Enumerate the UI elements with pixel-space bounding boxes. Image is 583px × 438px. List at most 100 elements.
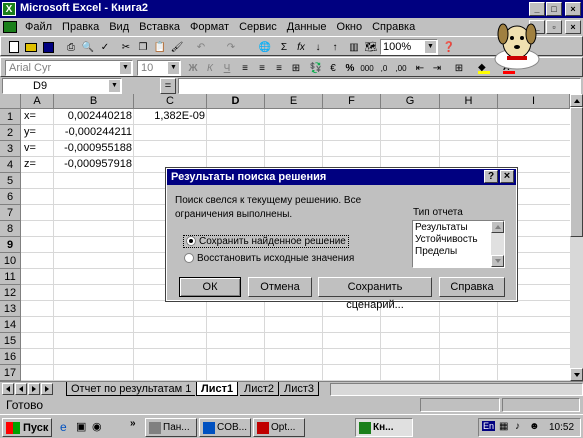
sort-asc-icon[interactable]: ↓	[310, 39, 326, 55]
report-list-scrollbar[interactable]	[491, 221, 504, 267]
col-header-e[interactable]: E	[265, 94, 323, 109]
col-header-i[interactable]: I	[498, 94, 570, 109]
cancel-button[interactable]: Отмена	[248, 277, 312, 297]
dialog-close-button[interactable]: ×	[500, 170, 514, 183]
formula-input[interactable]	[178, 78, 581, 94]
row-header-1[interactable]: 1	[0, 109, 21, 125]
name-box[interactable]: D9 ▼	[2, 78, 122, 94]
col-header-c[interactable]: C	[134, 94, 207, 109]
menu-help[interactable]: Справка	[367, 21, 420, 33]
office-assistant-icon[interactable]: ❓	[441, 39, 457, 55]
align-right-icon[interactable]: ≡	[271, 60, 287, 76]
sort-desc-icon[interactable]: ↑	[327, 39, 343, 55]
row-header-10[interactable]: 10	[0, 253, 21, 269]
prev-sheet-button[interactable]	[15, 383, 27, 395]
ok-button[interactable]: ОК	[179, 277, 241, 297]
row-header-3[interactable]: 3	[0, 141, 21, 157]
tray-volume-icon[interactable]: ♪	[515, 421, 520, 432]
borders-icon[interactable]: ⊞	[451, 60, 467, 76]
chevron-down-icon[interactable]: ▼	[109, 80, 120, 92]
start-button[interactable]: Пуск	[2, 418, 52, 437]
thousands-button[interactable]: 000	[359, 60, 375, 76]
menu-insert[interactable]: Вставка	[134, 21, 185, 33]
row-header-5[interactable]: 5	[0, 173, 21, 189]
tray-network-icon[interactable]: ▦	[499, 421, 508, 432]
percent-button[interactable]: %	[342, 60, 358, 76]
row-header-12[interactable]: 12	[0, 285, 21, 301]
row-header-15[interactable]: 15	[0, 333, 21, 349]
chevron-down-icon[interactable]: ▼	[168, 62, 179, 74]
menu-format[interactable]: Формат	[185, 21, 234, 33]
scroll-thumb[interactable]	[570, 107, 583, 237]
bold-button[interactable]: Ж	[185, 60, 201, 76]
language-indicator[interactable]: En	[482, 421, 496, 431]
format-painter-icon[interactable]: 🖌	[169, 39, 185, 55]
chart-wizard-icon[interactable]: ▥	[346, 39, 362, 55]
save-scenario-button[interactable]: Сохранить сценарий...	[318, 277, 432, 311]
sheet-tab-list1[interactable]: Лист1	[196, 382, 239, 396]
radio-restore-values[interactable]: Восстановить исходные значения	[184, 253, 354, 264]
dialog-title-bar[interactable]: Результаты поиска решения ? ×	[167, 169, 516, 185]
row-header-6[interactable]: 6	[0, 189, 21, 205]
menu-edit[interactable]: Правка	[57, 21, 104, 33]
decrease-decimal-icon[interactable]: ,00	[393, 60, 409, 76]
decrease-indent-icon[interactable]: ⇤	[412, 60, 428, 76]
last-sheet-button[interactable]	[41, 383, 53, 395]
insert-function-button[interactable]: =	[160, 78, 176, 94]
col-header-h[interactable]: H	[440, 94, 498, 109]
cell-b3[interactable]: -0,000955188	[54, 141, 132, 156]
undo-icon[interactable]: ↶	[193, 39, 209, 55]
task-excel[interactable]: Кн...	[355, 418, 413, 437]
task-opt[interactable]: Opt...	[253, 418, 305, 437]
list-scroll-down[interactable]	[491, 255, 504, 267]
report-item-results[interactable]: Результаты	[415, 222, 468, 233]
save-icon[interactable]	[40, 39, 56, 55]
radio-restore-indicator[interactable]	[184, 253, 194, 264]
scroll-up-button[interactable]	[570, 94, 583, 107]
cell-c1[interactable]: 1,382E-09	[134, 109, 205, 124]
quicklaunch-outlook-icon[interactable]: ◉	[92, 420, 106, 434]
italic-button[interactable]: К	[202, 60, 218, 76]
vertical-scrollbar[interactable]	[570, 94, 583, 381]
col-header-d[interactable]: D	[207, 94, 265, 109]
cell-a1[interactable]: x=	[24, 109, 36, 124]
quicklaunch-more-icon[interactable]: »	[130, 418, 140, 432]
task-cob[interactable]: COB...	[199, 418, 251, 437]
currency-icon[interactable]: 💱	[308, 60, 324, 76]
copy-icon[interactable]: ❐	[135, 39, 151, 55]
row-header-4[interactable]: 4	[0, 157, 21, 173]
report-item-limits[interactable]: Пределы	[415, 246, 457, 257]
map-icon[interactable]: 🗺	[363, 39, 379, 55]
row-header-7[interactable]: 7	[0, 205, 21, 221]
radio-keep-solution[interactable]: Сохранить найденное решение	[183, 235, 349, 248]
row-header-9[interactable]: 9	[0, 237, 21, 253]
horizontal-scrollbar[interactable]	[330, 383, 583, 396]
row-header-2[interactable]: 2	[0, 125, 21, 141]
function-icon[interactable]: fx	[293, 39, 309, 55]
row-header-11[interactable]: 11	[0, 269, 21, 285]
menu-tools[interactable]: Сервис	[234, 21, 282, 33]
first-sheet-button[interactable]	[2, 383, 14, 395]
merge-center-icon[interactable]: ⊞	[288, 60, 304, 76]
col-header-g[interactable]: G	[381, 94, 440, 109]
euro-icon[interactable]: €	[325, 60, 341, 76]
list-scroll-up[interactable]	[491, 221, 504, 233]
autosum-icon[interactable]: Σ	[276, 39, 292, 55]
scroll-down-button[interactable]	[570, 368, 583, 381]
select-all-corner[interactable]	[0, 94, 21, 109]
maximize-button[interactable]: □	[546, 2, 562, 16]
cell-b4[interactable]: -0,000957918	[54, 157, 132, 172]
dialog-help-button[interactable]: ?	[484, 170, 498, 183]
row-header-16[interactable]: 16	[0, 349, 21, 365]
cell-a4[interactable]: z=	[24, 157, 36, 172]
spelling-icon[interactable]: ✓	[97, 39, 113, 55]
row-header-8[interactable]: 8	[0, 221, 21, 237]
redo-icon[interactable]: ↷	[223, 39, 239, 55]
underline-button[interactable]: Ч	[219, 60, 235, 76]
sheet-tab-report[interactable]: Отчет по результатам 1	[66, 382, 196, 396]
close-button[interactable]: ×	[565, 2, 581, 16]
increase-decimal-icon[interactable]: ,0	[376, 60, 392, 76]
print-preview-icon[interactable]: 🔍	[80, 39, 96, 55]
row-header-13[interactable]: 13	[0, 301, 21, 317]
help-button[interactable]: Справка	[439, 277, 505, 297]
